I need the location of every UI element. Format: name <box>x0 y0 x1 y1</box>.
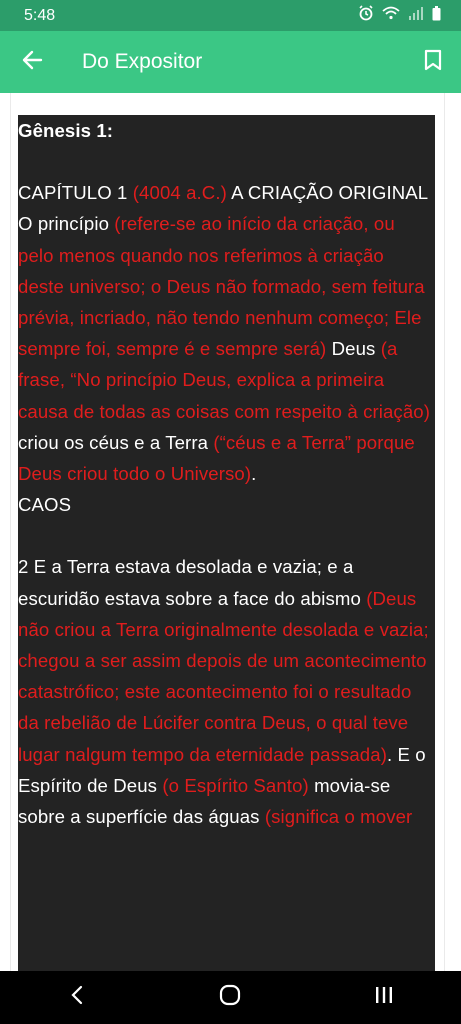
status-time: 5:48 <box>24 6 56 24</box>
status-bar: 5:48 <box>0 0 461 31</box>
back-button[interactable] <box>0 31 64 93</box>
arrow-left-icon <box>21 49 43 76</box>
nav-home-button[interactable] <box>195 971 265 1024</box>
chapter-heading: Gênesis 1: <box>18 120 114 141</box>
nav-back-button[interactable] <box>42 971 112 1024</box>
signal-icon <box>408 6 424 25</box>
wifi-icon <box>382 6 400 25</box>
scripture-text: 2 E a Terra estava desolada e vazia; e a… <box>18 556 367 609</box>
recents-nav-icon <box>374 986 394 1009</box>
status-icons <box>358 5 441 26</box>
scripture-text: CAPÍTULO 1 <box>18 182 133 204</box>
paragraph-2: 2 E a Terra estava desolada e vazia; e a… <box>18 551 435 832</box>
alarm-icon <box>358 5 374 26</box>
home-nav-icon <box>219 984 241 1011</box>
section-title: CAOS <box>18 494 72 516</box>
system-nav-bar <box>0 971 461 1024</box>
battery-icon <box>432 5 441 26</box>
bookmark-button[interactable] <box>405 31 461 93</box>
commentary-text: Gênesis 1: CAPÍTULO 1 (4004 a.C.) A CRIA… <box>18 115 435 971</box>
commentary-note: (Deus não criou a Terra originalmente de… <box>18 587 429 765</box>
app-bar: Do Expositor <box>0 31 461 93</box>
scripture-text: . <box>251 463 257 485</box>
back-nav-icon <box>70 985 84 1010</box>
content-area[interactable]: Gênesis 1: CAPÍTULO 1 (4004 a.C.) A CRIA… <box>0 93 461 971</box>
app-title: Do Expositor <box>82 50 203 73</box>
paragraph-1: CAPÍTULO 1 (4004 a.C.) A CRIAÇÃO ORIGINA… <box>18 177 435 489</box>
commentary-note: (o Espírito Santo) <box>162 774 309 796</box>
nav-recents-button[interactable] <box>349 971 419 1024</box>
scripture-text: Deus <box>326 338 381 360</box>
commentary-note: (significa o mover <box>264 806 413 828</box>
commentary-note: (4004 a.C.) <box>132 182 227 204</box>
bookmark-icon <box>424 49 442 76</box>
scripture-text: criou os céus e a Terra <box>18 431 214 453</box>
